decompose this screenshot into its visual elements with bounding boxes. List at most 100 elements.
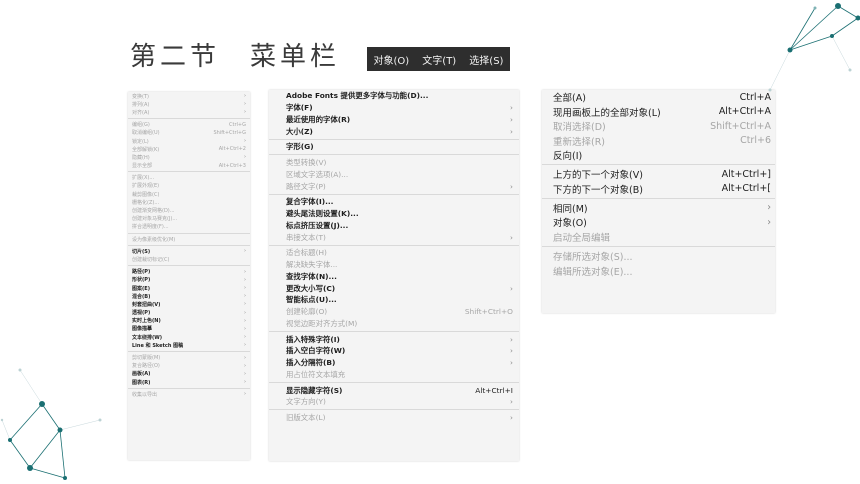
- menu-item: 对齐(A) ›: [128, 108, 250, 116]
- menu-item[interactable]: 上方的下一个对象(V) Alt+Ctrl+]: [542, 167, 775, 182]
- menu-item[interactable]: 图像描摹 ›: [128, 325, 250, 333]
- menu-item-label: 避头尾法则设置(K)...: [286, 209, 359, 219]
- submenu-chevron-icon: ›: [510, 334, 513, 344]
- menu-item-label: 对齐(A): [132, 109, 150, 116]
- menu-item[interactable]: 大小(Z) ›: [269, 125, 519, 137]
- menu-item[interactable]: 标点挤压设置(J)...: [269, 220, 519, 232]
- menu-item-label: 用占位符文本填充: [286, 369, 346, 379]
- menu-item: 解决缺失字体...: [269, 259, 519, 271]
- menu-item-label: 插入空白字符(W): [286, 346, 346, 356]
- menu-item[interactable]: 形状(P) ›: [128, 276, 250, 284]
- menubar-item-type[interactable]: 文字(T): [422, 52, 456, 67]
- menu-item[interactable]: 复合字体(I)...: [269, 196, 519, 208]
- menu-item-label: 实时上色(N): [132, 318, 161, 325]
- menu-item: 视觉边距对齐方式(M): [269, 318, 519, 330]
- menu-item[interactable]: 全部(A) Ctrl+A: [542, 90, 775, 105]
- menu-item-label: 编辑所选对象(E)...: [553, 266, 633, 278]
- menu-item: 取消编组(U) Shift+Ctrl+G: [128, 129, 250, 137]
- submenu-chevron-icon: ›: [244, 276, 246, 283]
- menu-item-label: 上方的下一个对象(V): [553, 170, 643, 182]
- submenu-chevron-icon: ›: [244, 101, 246, 108]
- menubar-item-object[interactable]: 对象(O): [374, 52, 410, 67]
- menu-separator: [269, 138, 519, 140]
- menu-item[interactable]: 路径(P) ›: [128, 268, 250, 276]
- object-menu: 变换(T) › 排列(A) › 对齐(A) › 编组(G) Ctrl+G 取消编组(U) Shif…: [128, 92, 250, 460]
- submenu-chevron-icon: ›: [244, 154, 246, 161]
- menu-item-label: 大小(Z): [286, 126, 313, 136]
- menu-item[interactable]: Adobe Fonts 提供更多字体与功能(D)...: [269, 90, 519, 102]
- select-menu: 全部(A) Ctrl+A 现用画板上的全部对象(L) Alt+Ctrl+A 取消选择(D…: [542, 90, 775, 313]
- menu-item-label: 拼合透明度(F)...: [132, 224, 169, 231]
- menu-item-shortcut: Shift+Ctrl+O: [464, 307, 513, 317]
- menu-item-label: 字体(F): [286, 103, 313, 113]
- menu-item-label: 区域文字选项(A)...: [286, 169, 349, 179]
- menu-item[interactable]: 文本绕排(W) ›: [128, 333, 250, 341]
- menu-item[interactable]: 图案(E) ›: [128, 284, 250, 292]
- menu-item-shortcut: Alt+Ctrl+]: [721, 168, 771, 180]
- submenu-chevron-icon: ›: [510, 126, 513, 136]
- menu-item[interactable]: 现用画板上的全部对象(L) Alt+Ctrl+A: [542, 105, 775, 120]
- menu-item[interactable]: 更改大小写(C) ›: [269, 282, 519, 294]
- menu-item-label: 路径(P): [132, 269, 151, 276]
- submenu-chevron-icon: ›: [244, 325, 246, 332]
- submenu-chevron-icon: ›: [510, 283, 513, 293]
- menu-item: 区域文字选项(A)...: [269, 169, 519, 181]
- menu-separator: [128, 118, 250, 120]
- menu-item[interactable]: 画板(A) ›: [128, 370, 250, 378]
- submenu-chevron-icon: ›: [510, 114, 513, 124]
- menu-item[interactable]: 封套扭曲(V) ›: [128, 300, 250, 308]
- menu-separator: [269, 193, 519, 195]
- menu-item[interactable]: 插入特殊字符(I) ›: [269, 333, 519, 345]
- menu-item[interactable]: 智能标点(U)...: [269, 294, 519, 306]
- menu-item-label: 文本绕排(W): [132, 334, 163, 341]
- menubar-item-select[interactable]: 选择(S): [469, 52, 503, 67]
- menu-item-shortcut: Alt+Ctrl+2: [218, 146, 246, 153]
- menu-item[interactable]: 对象(O) ›: [542, 215, 775, 230]
- menu-item[interactable]: 透视(P) ›: [128, 309, 250, 317]
- menu-item[interactable]: 查找字体(N)...: [269, 271, 519, 283]
- menu-item[interactable]: 下方的下一个对象(B) Alt+Ctrl+[: [542, 182, 775, 197]
- menu-item-label: 创建对象马赛克(J)...: [132, 216, 178, 223]
- submenu-chevron-icon: ›: [510, 397, 513, 407]
- menu-item: 串接文本(T) ›: [269, 231, 519, 243]
- menu-item-label: Line 和 Sketch 图稿: [132, 342, 184, 349]
- menu-item: 创建渐变网格(D)...: [128, 206, 250, 214]
- menu-item-label: 复合字体(I)...: [286, 197, 334, 207]
- menu-item: 锁定(L) ›: [128, 137, 250, 145]
- menu-item-label: 图表(R): [132, 379, 151, 386]
- menu-item[interactable]: 相同(M) ›: [542, 201, 775, 216]
- menu-item-label: 裁剪图像(C): [132, 191, 160, 198]
- menu-separator: [542, 245, 775, 247]
- menu-item: 旧版文本(L) ›: [269, 412, 519, 424]
- submenu-chevron-icon: ›: [244, 370, 246, 377]
- menu-item[interactable]: 避头尾法则设置(K)...: [269, 208, 519, 220]
- submenu-chevron-icon: ›: [244, 317, 246, 324]
- menu-item-label: 现用画板上的全部对象(L): [553, 107, 661, 119]
- menu-item[interactable]: 混合(B) ›: [128, 292, 250, 300]
- menu-item-label: 视觉边距对齐方式(M): [286, 318, 358, 328]
- menu-item-shortcut: Alt+Ctrl+I: [475, 385, 513, 395]
- menu-item[interactable]: 显示隐藏字符(S) Alt+Ctrl+I: [269, 384, 519, 396]
- menu-item: 变换(T) ›: [128, 92, 250, 100]
- menu-item-label: 编组(G): [132, 122, 150, 129]
- menu-item[interactable]: 最近使用的字体(R) ›: [269, 114, 519, 126]
- menu-item[interactable]: 插入空白字符(W) ›: [269, 345, 519, 357]
- menu-item: 取消选择(D) Shift+Ctrl+A: [542, 119, 775, 134]
- menu-item: 重新选择(R) Ctrl+6: [542, 134, 775, 149]
- menu-item[interactable]: 实时上色(N) ›: [128, 317, 250, 325]
- menu-item[interactable]: 插入分隔符(B) ›: [269, 357, 519, 369]
- menu-item-label: 插入分隔符(B): [286, 358, 336, 368]
- menu-item[interactable]: 字形(G): [269, 141, 519, 153]
- submenu-chevron-icon: ›: [244, 379, 246, 386]
- menu-item[interactable]: 反向(I): [542, 148, 775, 163]
- menu-item[interactable]: 图表(R) ›: [128, 378, 250, 386]
- menu-item-label: 重新选择(R): [553, 136, 606, 148]
- menu-item: 创建轮廓(O) Shift+Ctrl+O: [269, 306, 519, 318]
- menu-item[interactable]: 字体(F) ›: [269, 102, 519, 114]
- menu-item[interactable]: 切片(S) ›: [128, 247, 250, 255]
- menu-separator: [269, 381, 519, 383]
- menu-item: 扩展(X)...: [128, 174, 250, 182]
- menu-separator: [128, 171, 250, 173]
- submenu-chevron-icon: ›: [244, 309, 246, 316]
- menu-item[interactable]: Line 和 Sketch 图稿 ›: [128, 341, 250, 349]
